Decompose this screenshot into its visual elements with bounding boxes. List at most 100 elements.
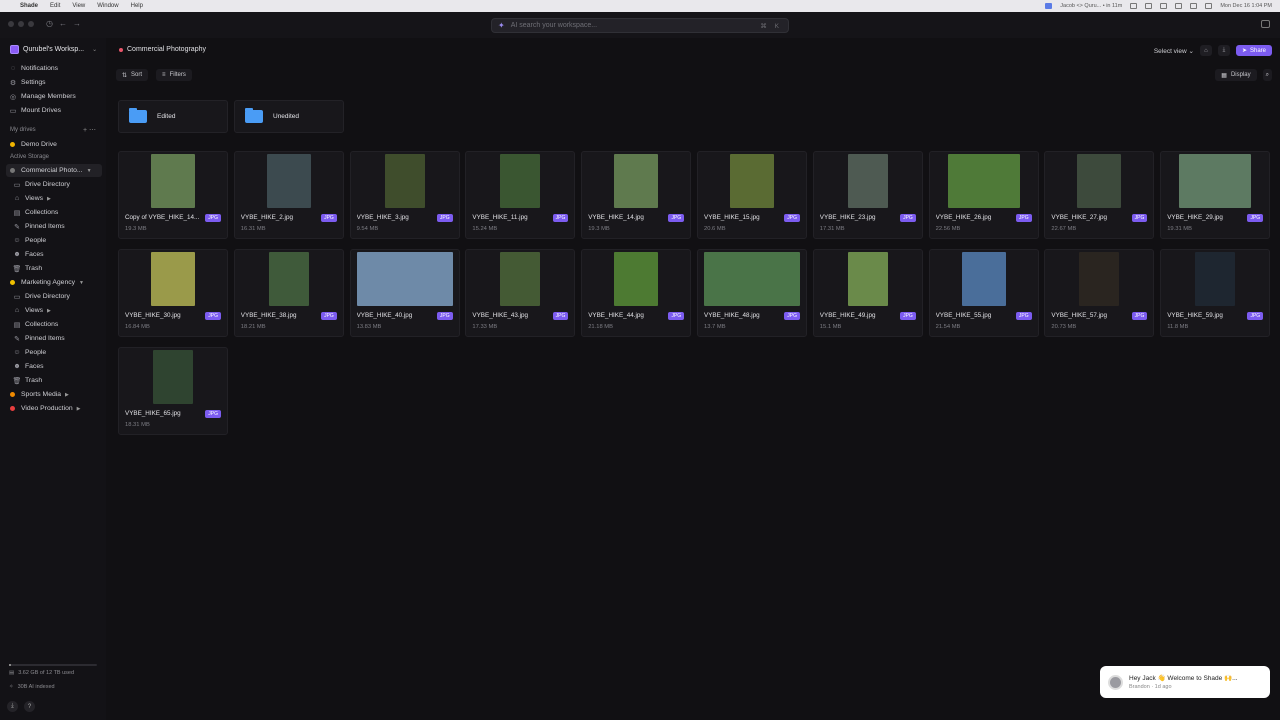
filters-button[interactable]: ≡ Filters bbox=[156, 69, 192, 81]
wifi-icon[interactable] bbox=[1190, 3, 1198, 9]
sidebar-item-marketing-people[interactable]: ☺ People bbox=[0, 346, 106, 359]
sidebar-item-marketing-agency[interactable]: Marketing Agency ▼ bbox=[0, 276, 106, 289]
file-card[interactable]: VYBE_HIKE_2.jpg JPG 16.31 MB bbox=[233, 151, 344, 239]
file-card[interactable]: VYBE_HIKE_43.jpg JPG 17.33 MB bbox=[465, 249, 576, 337]
file-thumbnail[interactable] bbox=[356, 252, 453, 306]
file-thumbnail[interactable] bbox=[1079, 252, 1120, 306]
file-card[interactable]: VYBE_HIKE_30.jpg JPG 16.84 MB bbox=[118, 249, 228, 337]
folder-edited[interactable]: Edited bbox=[118, 100, 228, 133]
search-bar[interactable]: ✦ AI search your workspace... ⌘ K bbox=[491, 18, 789, 33]
close-window-button[interactable] bbox=[8, 21, 14, 27]
forward-arrow-icon[interactable]: → bbox=[73, 19, 81, 28]
file-card[interactable]: VYBE_HIKE_14.jpg JPG 19.3 MB bbox=[581, 151, 692, 239]
file-thumbnail[interactable] bbox=[384, 154, 425, 208]
file-card[interactable]: VYBE_HIKE_15.jpg JPG 20.6 MB bbox=[697, 151, 807, 239]
file-thumbnail[interactable] bbox=[614, 252, 659, 306]
sidebar-item-sports-media[interactable]: Sports Media ▶ bbox=[0, 388, 106, 401]
sidebar-item-manage-members[interactable]: ◎ Manage Members bbox=[0, 90, 106, 103]
help-icon[interactable]: ? bbox=[24, 701, 35, 712]
file-card[interactable]: VYBE_HIKE_48.jpg JPG 13.7 MB bbox=[697, 249, 807, 337]
home-icon[interactable]: ⌂ bbox=[1199, 45, 1212, 56]
sidebar-item-commercial-trash[interactable]: 🗑 Trash bbox=[0, 262, 106, 275]
status-icon[interactable] bbox=[1175, 3, 1183, 9]
file-card[interactable]: VYBE_HIKE_57.jpg JPG 20.73 MB bbox=[1044, 249, 1155, 337]
back-arrow-icon[interactable]: ← bbox=[59, 19, 67, 28]
menu-help[interactable]: Help bbox=[131, 3, 143, 9]
file-thumbnail[interactable] bbox=[704, 252, 800, 306]
sidebar-toggle-icon[interactable] bbox=[1261, 20, 1270, 28]
menu-app[interactable]: Shade bbox=[20, 3, 38, 9]
menu-window[interactable]: Window bbox=[97, 3, 118, 9]
sidebar-item-video-production[interactable]: Video Production ▶ bbox=[0, 402, 106, 415]
file-card[interactable]: VYBE_HIKE_38.jpg JPG 18.21 MB bbox=[233, 249, 344, 337]
menu-edit[interactable]: Edit bbox=[50, 3, 60, 9]
sidebar-item-marketing-faces[interactable]: ☻ Faces bbox=[0, 360, 106, 373]
sidebar-item-marketing-pinned-items[interactable]: ✎ Pinned Items bbox=[0, 332, 106, 345]
select-view-dropdown[interactable]: Select view ⌄ bbox=[1154, 47, 1194, 55]
sidebar-item-marketing-trash[interactable]: 🗑 Trash bbox=[0, 374, 106, 387]
file-thumbnail[interactable] bbox=[268, 252, 309, 306]
file-thumbnail[interactable] bbox=[153, 350, 193, 404]
file-thumbnail[interactable] bbox=[1195, 252, 1236, 306]
search-icon[interactable]: ⌕ bbox=[1262, 69, 1272, 81]
sidebar-item-marketing-drive-directory[interactable]: ▭ Drive Directory bbox=[0, 290, 106, 303]
minimize-window-button[interactable] bbox=[18, 21, 24, 27]
file-card[interactable]: VYBE_HIKE_49.jpg JPG 15.1 MB bbox=[812, 249, 923, 337]
meeting-reminder[interactable]: Jacob <> Quru... • in 11m bbox=[1060, 3, 1122, 9]
sidebar-item-marketing-views[interactable]: ⌂ Views ▶ bbox=[0, 304, 106, 317]
share-button[interactable]: ➤ Share bbox=[1235, 45, 1272, 56]
sidebar-item-commercial-collections[interactable]: ▤ Collections bbox=[0, 206, 106, 219]
file-card[interactable]: VYBE_HIKE_3.jpg JPG 9.54 MB bbox=[349, 151, 460, 239]
status-icon[interactable] bbox=[1160, 3, 1168, 9]
file-thumbnail[interactable] bbox=[500, 252, 541, 306]
sidebar-item-demo-drive[interactable]: Demo Drive bbox=[0, 138, 106, 151]
sidebar-item-commercial-faces[interactable]: ☻ Faces bbox=[0, 248, 106, 261]
sidebar-item-settings[interactable]: ⚙ Settings bbox=[0, 76, 106, 89]
menu-view[interactable]: View bbox=[72, 3, 85, 9]
display-button[interactable]: ▦ Display bbox=[1215, 69, 1257, 81]
file-thumbnail[interactable] bbox=[730, 154, 774, 208]
file-card[interactable]: Copy of VYBE_HIKE_14... JPG 19.3 MB bbox=[118, 151, 228, 239]
file-thumbnail[interactable] bbox=[151, 252, 195, 306]
add-drive-icon[interactable]: + ⋯ bbox=[83, 126, 96, 134]
file-card[interactable]: VYBE_HIKE_27.jpg JPG 22.67 MB bbox=[1044, 151, 1155, 239]
history-icon[interactable]: ◷ bbox=[46, 19, 53, 28]
workspace-switcher[interactable]: Qurubel's Worksp... ⌄ bbox=[10, 45, 97, 54]
file-card[interactable]: VYBE_HIKE_65.jpg JPG 18.31 MB bbox=[118, 347, 228, 435]
maximize-window-button[interactable] bbox=[28, 21, 34, 27]
sidebar-item-commercial-people[interactable]: ☺ People bbox=[0, 234, 106, 247]
file-card[interactable]: VYBE_HIKE_23.jpg JPG 17.31 MB bbox=[812, 151, 923, 239]
file-thumbnail[interactable] bbox=[847, 252, 888, 306]
file-thumbnail[interactable] bbox=[266, 154, 311, 208]
file-card[interactable]: VYBE_HIKE_59.jpg JPG 11.8 MB bbox=[1160, 249, 1271, 337]
file-thumbnail[interactable] bbox=[614, 154, 659, 208]
sidebar-item-mount-drives[interactable]: ▭ Mount Drives bbox=[0, 104, 106, 117]
file-thumbnail[interactable] bbox=[1179, 154, 1252, 208]
sidebar-item-notifications[interactable]: ◌ Notifications bbox=[0, 62, 106, 75]
sidebar-item-commercial-photography[interactable]: Commercial Photo... ▼ bbox=[6, 164, 102, 177]
sidebar-item-commercial-drive-directory[interactable]: ▭ Drive Directory bbox=[0, 178, 106, 191]
file-thumbnail[interactable] bbox=[151, 154, 195, 208]
status-app-icon[interactable] bbox=[1045, 3, 1053, 9]
folder-unedited[interactable]: Unedited bbox=[234, 100, 344, 133]
file-card[interactable]: VYBE_HIKE_40.jpg JPG 13.83 MB bbox=[349, 249, 460, 337]
download-icon[interactable]: ⤓ bbox=[7, 701, 18, 712]
file-card[interactable]: VYBE_HIKE_29.jpg JPG 19.31 MB bbox=[1160, 151, 1271, 239]
clock[interactable]: Mon Dec 16 1:04 PM bbox=[1220, 3, 1272, 9]
sidebar-item-commercial-pinned-items[interactable]: ✎ Pinned Items bbox=[0, 220, 106, 233]
sidebar-item-marketing-collections[interactable]: ▤ Collections bbox=[0, 318, 106, 331]
file-card[interactable]: VYBE_HIKE_11.jpg JPG 15.24 MB bbox=[465, 151, 576, 239]
file-thumbnail[interactable] bbox=[961, 252, 1006, 306]
page-title[interactable]: Commercial Photography bbox=[127, 46, 206, 53]
search-input[interactable]: AI search your workspace... bbox=[511, 22, 597, 29]
file-thumbnail[interactable] bbox=[947, 154, 1020, 208]
file-thumbnail[interactable] bbox=[1077, 154, 1122, 208]
file-card[interactable]: VYBE_HIKE_55.jpg JPG 21.54 MB bbox=[928, 249, 1039, 337]
sort-button[interactable]: ⇅ Sort bbox=[116, 69, 149, 81]
file-thumbnail[interactable] bbox=[500, 154, 541, 208]
file-card[interactable]: VYBE_HIKE_26.jpg JPG 22.56 MB bbox=[928, 151, 1039, 239]
status-icon[interactable] bbox=[1130, 3, 1138, 9]
control-center-icon[interactable] bbox=[1205, 3, 1213, 9]
file-thumbnail[interactable] bbox=[847, 154, 888, 208]
file-card[interactable]: VYBE_HIKE_44.jpg JPG 21.18 MB bbox=[581, 249, 692, 337]
